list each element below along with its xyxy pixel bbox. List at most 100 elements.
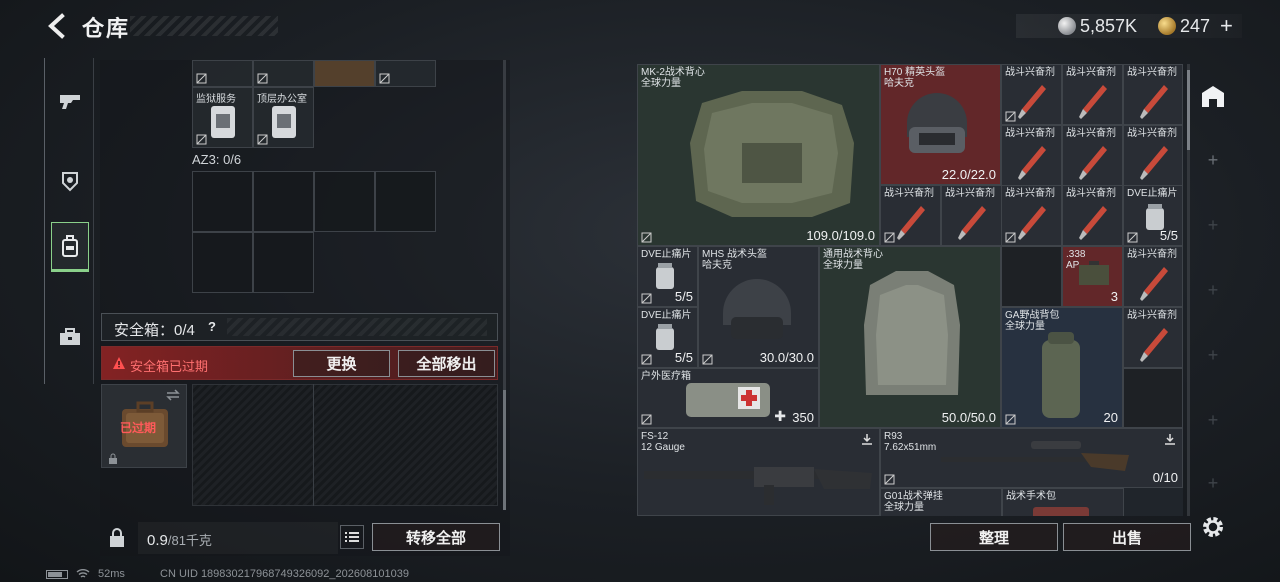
storage-cell[interactable]	[253, 60, 314, 87]
keycard-icon	[211, 106, 235, 138]
empty-slot[interactable]	[253, 232, 314, 293]
lock-icon	[109, 453, 117, 464]
helmet-item-h70[interactable]: H70 精英头盔 哈夫克 22.0/22.0	[880, 64, 1001, 185]
keycard-item[interactable]: 顶层办公室	[253, 87, 314, 148]
rail-item-weapons[interactable]	[51, 76, 89, 126]
tactical-vest-icon	[690, 91, 854, 217]
storage-cell[interactable]	[375, 60, 436, 87]
empty-slot[interactable]	[192, 232, 253, 293]
no-trade-icon	[1005, 414, 1016, 425]
rail-item-armor[interactable]	[51, 156, 89, 206]
painkiller-item[interactable]: DVE止痛片 5/5	[637, 307, 698, 368]
helmet-icon	[907, 93, 967, 153]
add-slot-button[interactable]: +	[1198, 275, 1228, 305]
item-name: 顶层办公室	[257, 94, 307, 105]
empty-slot[interactable]	[375, 171, 436, 232]
stimulant-item[interactable]: 战斗兴奋剂	[1062, 125, 1123, 186]
item-ammo-count: 0/10	[1152, 470, 1178, 485]
plus-icon: +	[1207, 279, 1219, 300]
helmet-icon	[723, 279, 791, 339]
storage-cell[interactable]	[192, 60, 253, 87]
weapon-item-r93[interactable]: R93 7.62x51mm 0/10	[880, 428, 1183, 488]
shotgun-icon	[644, 467, 872, 505]
replace-button[interactable]: 更换	[293, 350, 390, 377]
gear-icon[interactable]	[1200, 514, 1226, 540]
add-slot-button[interactable]: +	[1198, 468, 1228, 498]
plus-icon: +	[1207, 409, 1219, 430]
list-view-button[interactable]	[340, 525, 364, 549]
weapon-item-fs12[interactable]: FS-12 12 Gauge	[637, 428, 880, 516]
stimulant-item[interactable]: 战斗兴奋剂	[1001, 125, 1062, 186]
stimulant-item[interactable]: 战斗兴奋剂	[880, 185, 941, 246]
field-backpack-icon	[1042, 332, 1080, 418]
empty-slot[interactable]	[253, 171, 314, 232]
item-durability: 109.0/109.0	[806, 228, 875, 243]
stimulant-item[interactable]: 战斗兴奋剂	[1123, 64, 1183, 125]
item-brand: 哈夫克	[702, 260, 732, 271]
heal-plus-icon: ✚	[774, 408, 786, 424]
sell-button[interactable]: 出售	[1063, 523, 1191, 551]
keycard-icon	[272, 106, 296, 138]
right-rail-container[interactable]	[1198, 82, 1228, 112]
ping-text: 52ms	[98, 568, 125, 580]
stimulant-item[interactable]: 战斗兴奋剂	[1123, 246, 1183, 307]
item-durability: 22.0/22.0	[941, 167, 996, 182]
helmet-item-mhs[interactable]: MHS 战术头盔 哈夫克 30.0/30.0	[698, 246, 819, 368]
stimulant-item[interactable]: 战斗兴奋剂	[1001, 64, 1062, 125]
item-name: 战斗兴奋剂	[1005, 188, 1055, 199]
stimulant-item[interactable]: 战斗兴奋剂	[1123, 125, 1183, 186]
medkit-item[interactable]: 户外医疗箱 350 ✚	[637, 368, 819, 428]
item-name: H70 精英头盔	[884, 67, 946, 78]
item-name: MK-2战术背心	[641, 67, 705, 78]
add-currency-button[interactable]: +	[1220, 13, 1233, 39]
add-slot-button[interactable]: +	[1198, 405, 1228, 435]
ammo-item-338[interactable]: .338 AP 3	[1062, 246, 1123, 307]
painkiller-item[interactable]: DVE止痛片 5/5	[637, 246, 698, 307]
tidy-button[interactable]: 整理	[930, 523, 1058, 551]
empty-slot[interactable]	[192, 171, 253, 232]
surgery-kit-item[interactable]: 战术手术包	[1002, 488, 1124, 516]
plus-icon: +	[1207, 472, 1219, 493]
pill-bottle-icon	[656, 324, 674, 350]
keycard-item[interactable]: 监狱服务	[192, 87, 253, 148]
stimulant-item[interactable]: 战斗兴奋剂	[1062, 64, 1123, 125]
transfer-all-button[interactable]: 转移全部	[372, 523, 500, 551]
back-icon[interactable]	[44, 12, 70, 40]
expired-text: 安全箱已过期	[130, 359, 209, 374]
divider	[313, 384, 314, 506]
stimulant-item[interactable]: 战斗兴奋剂	[1123, 307, 1183, 368]
vest-item-general[interactable]: 通用战术背心 全球力量 50.0/50.0	[819, 246, 1001, 428]
rail-item-case[interactable]	[51, 312, 89, 362]
helmet-armor-icon	[62, 172, 78, 192]
move-all-out-button[interactable]: 全部移出	[398, 350, 495, 377]
plus-icon: +	[1207, 214, 1219, 235]
add-slot-button[interactable]: +	[1198, 210, 1228, 240]
vest-item-mk2[interactable]: MK-2战术背心 全球力量 109.0/109.0	[637, 64, 880, 246]
storage-cell[interactable]	[314, 60, 375, 87]
surgery-kit-icon	[1033, 507, 1089, 516]
rail-item-backpack[interactable]	[51, 222, 89, 272]
inventory-scrollbar-thumb[interactable]	[1187, 70, 1190, 150]
painkiller-item[interactable]: DVE止痛片 5/5	[1123, 185, 1183, 246]
syringe-icon	[1140, 328, 1168, 362]
stimulant-item[interactable]: 战斗兴奋剂	[1062, 185, 1123, 246]
safebox-slot[interactable]: 已过期	[101, 384, 187, 468]
list-icon	[345, 532, 359, 542]
no-trade-icon	[1127, 232, 1138, 243]
backpack-item-ga[interactable]: GA野战背包 全球力量 20	[1001, 307, 1123, 428]
rig-item-g01[interactable]: G01战术弹挂 全球力量	[880, 488, 1002, 516]
currency-bar: 5,857K 247 +	[1016, 13, 1242, 39]
empty-slot[interactable]	[1123, 368, 1183, 428]
empty-slot[interactable]	[314, 171, 375, 232]
stimulant-item[interactable]: 战斗兴奋剂	[941, 185, 1002, 246]
help-icon[interactable]: ?	[208, 319, 216, 334]
storage-scrollbar-thumb[interactable]	[503, 390, 506, 510]
item-caliber: 12 Gauge	[641, 442, 685, 453]
item-count: 5/5	[674, 350, 693, 365]
empty-slot[interactable]	[1001, 246, 1062, 307]
add-slot-button[interactable]: +	[1198, 340, 1228, 370]
ammo-box-icon	[1079, 261, 1109, 285]
stimulant-item[interactable]: 战斗兴奋剂	[1001, 185, 1062, 246]
add-slot-button[interactable]: +	[1198, 145, 1228, 175]
no-trade-icon	[884, 474, 895, 485]
